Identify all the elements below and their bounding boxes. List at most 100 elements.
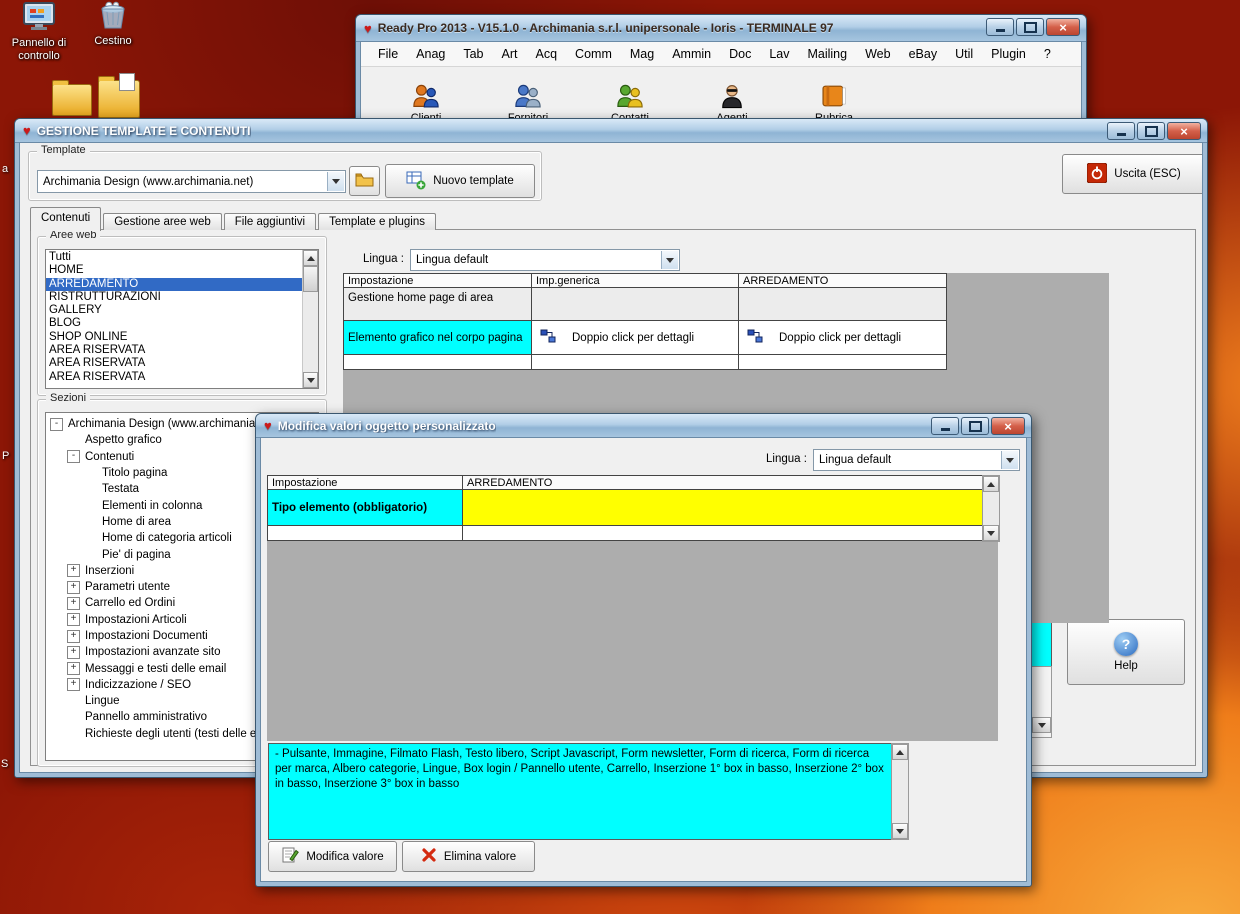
menu-item[interactable]: Doc <box>720 44 760 64</box>
aree-web-item[interactable]: Tutti <box>46 251 303 264</box>
column-header[interactable]: Impostazione <box>344 274 532 288</box>
dialog-titlebar[interactable]: ♥ Modifica valori oggetto personalizzato… <box>256 414 1031 438</box>
tree-expand-icon[interactable]: + <box>67 613 80 627</box>
setting-value-cell[interactable] <box>532 288 739 321</box>
tree-expand-icon[interactable]: + <box>67 645 80 659</box>
close-button[interactable]: × <box>1167 122 1201 140</box>
aree-web-item[interactable]: AREA RISERVATA <box>46 371 303 384</box>
menu-item[interactable]: Ammin <box>663 44 720 64</box>
menu-item[interactable]: Art <box>493 44 527 64</box>
scroll-down-icon[interactable] <box>1032 717 1051 733</box>
gestione-titlebar[interactable]: ♥ GESTIONE TEMPLATE E CONTENUTI × <box>15 119 1207 143</box>
desktop-icon-recycle-bin[interactable]: Cestino <box>78 0 148 48</box>
aree-web-item[interactable]: SHOP ONLINE <box>46 331 303 344</box>
tree-expand-icon[interactable]: + <box>67 596 80 610</box>
menu-item[interactable]: Web <box>856 44 899 64</box>
aree-web-item[interactable]: AREA RISERVATA <box>46 344 303 357</box>
tab[interactable]: Template e plugins <box>318 213 437 230</box>
column-header[interactable]: ARREDAMENTO <box>463 476 983 490</box>
maximize-button[interactable] <box>1137 122 1165 140</box>
scroll-down-icon[interactable] <box>892 823 908 839</box>
tree-expand-icon[interactable]: + <box>67 580 80 594</box>
scrollbar-peek[interactable] <box>1032 666 1052 738</box>
tree-expand-icon[interactable]: + <box>67 629 80 643</box>
maximize-button[interactable] <box>1016 18 1044 36</box>
scrollbar-thumb[interactable] <box>303 266 318 292</box>
setting-value-cell[interactable]: Doppio click per dettagli <box>739 321 947 355</box>
scroll-down-icon[interactable] <box>303 372 318 388</box>
aree-web-item[interactable]: ARREDAMENTO <box>46 277 303 291</box>
menu-item[interactable]: File <box>369 44 407 64</box>
menu-item[interactable]: Mag <box>621 44 663 64</box>
menu-item[interactable]: Tab <box>454 44 492 64</box>
lingua-combobox[interactable]: Lingua default <box>813 449 1020 471</box>
scroll-down-icon[interactable] <box>983 525 999 541</box>
toolbar-fornitori[interactable]: Fornitori <box>477 67 579 124</box>
aree-web-item[interactable]: AREA RISERVATA <box>46 357 303 370</box>
toolbar-agenti[interactable]: Agenti <box>681 67 783 124</box>
menu-item[interactable]: Mailing <box>798 44 856 64</box>
tree-expand-icon[interactable]: + <box>67 564 80 578</box>
menu-item[interactable]: Lav <box>760 44 798 64</box>
toolbar-clienti[interactable]: Clienti <box>375 67 477 124</box>
row-tipo-elemento[interactable]: Tipo elemento (obbligatorio) <box>268 490 463 526</box>
nuovo-template-button[interactable]: Nuovo template <box>385 164 535 198</box>
tipo-elemento-value-cell[interactable] <box>463 490 983 526</box>
scroll-up-icon[interactable] <box>892 744 908 760</box>
open-template-folder-button[interactable] <box>349 166 380 196</box>
help-button[interactable]: ? Help <box>1067 619 1185 685</box>
menu-item[interactable]: Anag <box>407 44 454 64</box>
aree-web-item[interactable]: GALLERY <box>46 304 303 317</box>
aree-web-item[interactable]: RISTRUTTURAZIONI <box>46 291 303 304</box>
modifica-valore-button[interactable]: Modifica valore <box>268 841 397 872</box>
menu-item[interactable]: Comm <box>566 44 621 64</box>
toolbar-rubrica[interactable]: Rubrica <box>783 67 885 124</box>
lingua-combobox[interactable]: Lingua default <box>410 249 680 271</box>
maximize-button[interactable] <box>961 417 989 435</box>
elimina-valore-button[interactable]: Elimina valore <box>402 841 535 872</box>
minimize-button[interactable] <box>931 417 959 435</box>
setting-row-elemento-grafico[interactable]: Elemento grafico nel corpo pagina <box>344 321 532 355</box>
column-header[interactable]: Impostazione <box>268 476 463 490</box>
chevron-down-icon[interactable] <box>661 251 678 269</box>
scroll-up-icon[interactable] <box>983 476 999 492</box>
tab[interactable]: Contenuti <box>30 207 102 231</box>
close-button[interactable]: × <box>991 417 1025 435</box>
close-button[interactable]: × <box>1046 18 1080 36</box>
menu-item[interactable]: eBay <box>900 44 947 64</box>
tab[interactable]: File aggiuntivi <box>223 213 317 230</box>
setting-value-cell[interactable]: Doppio click per dettagli <box>532 321 739 355</box>
tree-expand-icon[interactable]: - <box>50 417 63 431</box>
folder-icon[interactable] <box>52 80 92 116</box>
value-table: Impostazione ARREDAMENTO Tipo elemento (… <box>267 475 983 541</box>
desktop-icon-control-panel[interactable]: Pannello di controllo <box>0 2 78 62</box>
toolbar-contatti[interactable]: Contatti <box>579 67 681 124</box>
tree-expand-icon[interactable]: + <box>67 678 80 692</box>
menu-item[interactable]: ? <box>1035 44 1060 64</box>
infobox-scrollbar[interactable] <box>891 743 909 840</box>
tree-expand-icon[interactable]: + <box>67 662 80 676</box>
setting-value-cell[interactable] <box>739 288 947 321</box>
tab[interactable]: Gestione aree web <box>103 213 222 230</box>
value-table-scrollbar[interactable] <box>982 475 1000 542</box>
scroll-up-icon[interactable] <box>303 250 318 266</box>
aree-web-item[interactable]: HOME <box>46 264 303 277</box>
aree-web-item[interactable]: BLOG <box>46 317 303 330</box>
ready-pro-titlebar[interactable]: ♥ Ready Pro 2013 - V15.1.0 - Archimania … <box>356 15 1086 42</box>
aree-web-scrollbar[interactable] <box>302 250 318 388</box>
tree-expand-icon[interactable]: - <box>67 450 80 464</box>
template-combobox[interactable]: Archimania Design (www.archimania.net) <box>37 170 346 193</box>
chevron-down-icon[interactable] <box>1001 451 1018 469</box>
column-header[interactable]: Imp.generica <box>532 274 739 288</box>
folder-icon[interactable] <box>98 73 140 118</box>
uscita-esc-button[interactable]: Uscita (ESC) <box>1062 154 1202 194</box>
menu-item[interactable]: Util <box>946 44 982 64</box>
edge-label-a: a <box>2 163 9 175</box>
minimize-button[interactable] <box>1107 122 1135 140</box>
chevron-down-icon[interactable] <box>327 172 344 191</box>
menu-item[interactable]: Plugin <box>982 44 1035 64</box>
column-header[interactable]: ARREDAMENTO <box>739 274 947 288</box>
minimize-button[interactable] <box>986 18 1014 36</box>
menu-item[interactable]: Acq <box>527 44 567 64</box>
setting-row-home-page[interactable]: Gestione home page di area <box>344 288 532 321</box>
